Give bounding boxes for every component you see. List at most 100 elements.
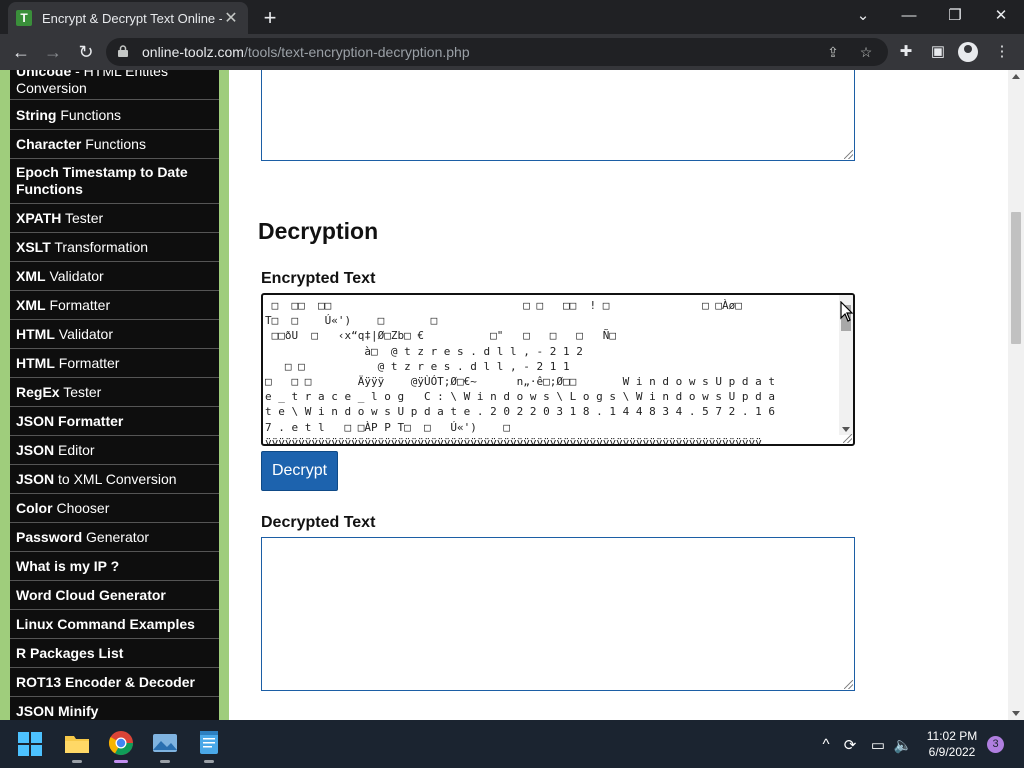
menu-kebab-icon[interactable]: ⋮ xyxy=(990,40,1014,64)
sidebar-item-bold-text: Epoch Timestamp to Date Functions xyxy=(16,164,188,197)
sidebar-item-bold-text: HTML xyxy=(16,325,55,342)
sidebar-item[interactable]: Character Functions xyxy=(10,130,219,159)
decrypted-text-textarea[interactable] xyxy=(261,537,855,691)
sidebar-item-label: XPATH Tester xyxy=(16,210,103,227)
forward-arrow-icon[interactable]: → xyxy=(41,40,65,64)
sidebar-item-bold-text: XML xyxy=(16,267,46,284)
tab-close-icon[interactable]: ✕ xyxy=(222,8,240,28)
page-scrollbar[interactable] xyxy=(1008,70,1024,720)
bookmark-star-icon[interactable]: ☆ xyxy=(856,42,876,62)
resize-grip-icon[interactable] xyxy=(843,434,852,443)
sidebar-item[interactable]: Unicode - HTML Entites Conversion xyxy=(10,70,219,100)
windows-start-icon[interactable] xyxy=(18,732,42,756)
sidebar-item-label: Password Generator xyxy=(16,529,149,546)
scroll-down-arrow-icon[interactable] xyxy=(842,427,850,432)
share-icon[interactable]: ⇪ xyxy=(823,42,843,62)
sidebar-item-label: ROT13 Encoder & Decoder xyxy=(16,674,195,691)
web-page: Unicode - HTML Entites Conversion String … xyxy=(0,70,1008,720)
sidebar-item-label: Linux Command Examples xyxy=(16,616,195,633)
browser-tab[interactable]: T Encrypt & Decrypt Text Online - O ✕ xyxy=(8,2,248,34)
notepad-icon[interactable] xyxy=(194,728,224,763)
sidebar-item-label: JSON Editor xyxy=(16,442,95,459)
encrypted-text-value: □ □□ □□ □ □ □□ ! □ □ □Àø□ T□ □ Ú«') □ □ … xyxy=(265,299,775,446)
minimize-button[interactable]: — xyxy=(894,4,924,28)
tab-title: Encrypt & Decrypt Text Online - O xyxy=(42,10,222,26)
file-explorer-icon[interactable] xyxy=(62,728,92,763)
sidebar-item[interactable]: Word Cloud Generator xyxy=(10,581,219,610)
sidebar-item[interactable]: JSON to XML Conversion xyxy=(10,465,219,494)
extensions-puzzle-icon[interactable]: ✚ xyxy=(894,40,918,64)
scroll-up-arrow-icon[interactable] xyxy=(1012,74,1020,79)
sidebar-item[interactable]: JSON Minify xyxy=(10,697,219,720)
encryption-output-textarea[interactable] xyxy=(261,70,855,161)
sidebar-item[interactable]: What is my IP ? xyxy=(10,552,219,581)
profile-avatar-icon[interactable] xyxy=(958,42,978,62)
side-panel-icon[interactable]: ▣ xyxy=(926,40,950,64)
sidebar-item-bold-text: XSLT xyxy=(16,238,51,255)
tab-search-chevron-icon[interactable]: ⌄ xyxy=(848,4,878,28)
decrypt-button[interactable]: Decrypt xyxy=(261,451,338,491)
tray-chevron-up-icon[interactable]: ^ xyxy=(816,736,836,753)
sidebar-item-label: HTML Formatter xyxy=(16,355,119,372)
browser-toolbar: ← → ↻ online-toolz.com/tools/text-encryp… xyxy=(0,34,1024,70)
sidebar-item[interactable]: XSLT Transformation xyxy=(10,233,219,262)
restore-button[interactable]: ❐ xyxy=(940,4,970,28)
sidebar-item-rest-text: Tester xyxy=(61,209,104,226)
sidebar-item[interactable]: R Packages List xyxy=(10,639,219,668)
sidebar-item-bold-text: JSON Minify xyxy=(16,702,99,719)
sidebar-item-rest-text: Tester xyxy=(59,383,102,400)
page-scroll-thumb[interactable] xyxy=(1011,212,1021,344)
clock-time: 11:02 PM xyxy=(926,729,978,743)
sidebar-item-label: Color Chooser xyxy=(16,500,109,517)
sidebar-item[interactable]: JSON Editor xyxy=(10,436,219,465)
update-sync-icon[interactable]: ⟳ xyxy=(840,736,860,754)
url-text: online-toolz.com/tools/text-encryption-d… xyxy=(142,44,470,60)
sidebar-item[interactable]: XML Formatter xyxy=(10,291,219,320)
sidebar-item-label: Epoch Timestamp to Date Functions xyxy=(16,164,213,198)
sidebar-item-label: Word Cloud Generator xyxy=(16,587,166,604)
resize-grip-icon[interactable] xyxy=(844,150,853,159)
address-bar[interactable]: online-toolz.com/tools/text-encryption-d… xyxy=(106,38,888,66)
sidebar-item-bold-text: ROT13 Encoder & Decoder xyxy=(16,673,195,690)
volume-icon[interactable]: 🔈 xyxy=(893,736,913,754)
scroll-down-arrow-icon[interactable] xyxy=(1012,711,1020,716)
sidebar-item-rest-text: Formatter xyxy=(45,296,111,313)
back-arrow-icon[interactable]: ← xyxy=(9,40,33,64)
chrome-icon[interactable] xyxy=(106,728,136,763)
sidebar-item-bold-text: HTML xyxy=(16,354,55,371)
sidebar-item[interactable]: HTML Validator xyxy=(10,320,219,349)
encrypted-text-textarea[interactable]: □ □□ □□ □ □ □□ ! □ □ □Àø□ T□ □ Ú«') □ □ … xyxy=(261,293,855,446)
sidebar-item[interactable]: String Functions xyxy=(10,101,219,130)
sidebar-item[interactable]: XPATH Tester xyxy=(10,204,219,233)
sidebar-item-label: HTML Validator xyxy=(16,326,113,343)
system-clock[interactable]: 11:02 PM 6/9/2022 xyxy=(914,728,990,760)
sidebar-item[interactable]: JSON Formatter xyxy=(10,407,219,436)
sidebar-item-rest-text: Validator xyxy=(45,267,104,284)
notification-badge[interactable]: 3 xyxy=(987,736,1004,753)
sidebar-item-label: JSON to XML Conversion xyxy=(16,471,177,488)
sidebar-item-bold-text: JSON Formatter xyxy=(16,412,124,429)
clock-date: 6/9/2022 xyxy=(928,745,976,759)
sidebar-item-rest-text: Validator xyxy=(54,325,113,342)
photos-icon[interactable] xyxy=(150,728,180,763)
encrypted-text-label: Encrypted Text xyxy=(261,270,376,287)
sidebar-item[interactable]: XML Validator xyxy=(10,262,219,291)
sidebar-item-rest-text: Functions xyxy=(56,106,122,123)
sidebar-item-label: JSON Minify xyxy=(16,703,98,720)
sidebar-item[interactable]: ROT13 Encoder & Decoder xyxy=(10,668,219,697)
sidebar-item[interactable]: HTML Formatter xyxy=(10,349,219,378)
sidebar-item[interactable]: Color Chooser xyxy=(10,494,219,523)
tab-strip: T Encrypt & Decrypt Text Online - O ✕ + … xyxy=(0,0,1024,34)
sidebar-item[interactable]: Password Generator xyxy=(10,523,219,552)
site-favicon-icon: T xyxy=(16,10,32,26)
new-tab-button[interactable]: + xyxy=(258,5,282,31)
resize-grip-icon[interactable] xyxy=(844,680,853,689)
reload-icon[interactable]: ↻ xyxy=(74,40,98,64)
mouse-cursor-icon xyxy=(840,301,854,322)
sidebar-item[interactable]: Linux Command Examples xyxy=(10,610,219,639)
sidebar-item-rest-text: Formatter xyxy=(54,354,120,371)
close-window-button[interactable]: ✕ xyxy=(986,4,1016,28)
sidebar-item[interactable]: RegEx Tester xyxy=(10,378,219,407)
sidebar-item[interactable]: Epoch Timestamp to Date Functions xyxy=(10,159,219,204)
network-icon[interactable]: ▭ xyxy=(868,736,888,754)
